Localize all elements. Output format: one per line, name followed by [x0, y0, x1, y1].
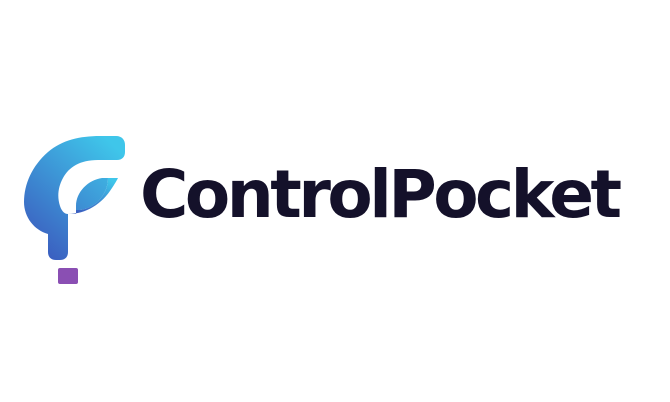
logo-mark-body [24, 136, 125, 260]
logo-canvas: ControlPocket [0, 0, 670, 402]
pocket-leaf-icon [24, 136, 125, 284]
brand-wordmark: ControlPocket [140, 156, 622, 233]
logo-mark-dot [58, 268, 78, 284]
